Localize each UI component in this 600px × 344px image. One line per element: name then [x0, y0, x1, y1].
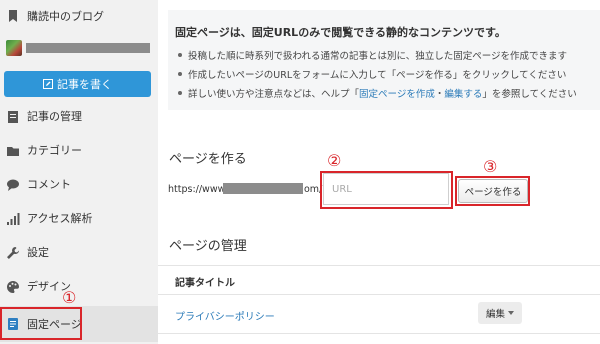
annotation-box-1	[0, 307, 82, 340]
write-article-button[interactable]: 記事を書く	[4, 71, 151, 97]
sidebar-item-comments[interactable]: コメント	[0, 168, 158, 202]
document-icon	[8, 111, 18, 123]
sidebar-item-label: 記事の管理	[27, 110, 82, 123]
url-prefix: https://www.	[168, 184, 228, 195]
chevron-down-icon	[508, 311, 514, 315]
sidebar-item-label: カテゴリー	[27, 144, 82, 157]
sidebar-item-reading[interactable]: 購読中のブログ	[0, 0, 158, 34]
info-title: 固定ページは、固定URLのみで閲覧できる静的なコンテンツです。	[175, 26, 506, 39]
annotation-box-2	[320, 171, 453, 209]
sidebar-item-articles[interactable]: 記事の管理	[0, 100, 158, 134]
help-link-edit[interactable]: 編集する	[444, 89, 482, 100]
sidebar-item-design[interactable]: デザイン	[0, 270, 158, 304]
info-box: 固定ページは、固定URLのみで閲覧できる静的なコンテンツです。 投稿した順に時系…	[168, 10, 600, 110]
wrench-icon	[7, 247, 19, 259]
chart-icon	[7, 213, 20, 225]
help-link-create[interactable]: 固定ページを作成	[359, 89, 435, 100]
sidebar: 購読中のブログ 記事を書く 記事の管理 カテゴリー コメント アクセス解析 設定…	[0, 0, 158, 344]
username-redacted	[26, 43, 150, 53]
sidebar-item-analytics[interactable]: アクセス解析	[0, 202, 158, 236]
info-text: 」を参照してください	[482, 89, 577, 100]
table-header: 記事タイトル	[158, 265, 600, 295]
annotation-box-3	[455, 176, 530, 206]
annotation-1: ①	[62, 288, 77, 307]
row-divider	[158, 333, 600, 334]
info-line: 詳しい使い方や注意点などは、ヘルプ「固定ページを作成・編集する」を参照してくださ…	[178, 86, 577, 100]
avatar[interactable]	[6, 40, 22, 56]
annotation-3: ③	[483, 157, 498, 176]
sidebar-item-label: コメント	[27, 178, 71, 191]
folder-icon	[7, 147, 19, 156]
edit-icon	[43, 79, 53, 89]
info-line: 投稿した順に時系列で扱われる通常の記事とは別に、独立した固定ページを作成できます	[177, 48, 567, 62]
url-domain-redacted	[223, 183, 303, 194]
comment-icon	[7, 179, 19, 191]
manage-pages-heading: ページの管理	[169, 239, 247, 254]
annotation-2: ②	[327, 151, 342, 170]
edit-label: 編集	[485, 309, 505, 320]
sidebar-item-label: アクセス解析	[27, 212, 93, 225]
sidebar-item-label: 購読中のブログ	[27, 10, 104, 23]
edit-button[interactable]: 編集	[478, 302, 522, 324]
sidebar-item-settings[interactable]: 設定	[0, 236, 158, 270]
sidebar-item-categories[interactable]: カテゴリー	[0, 134, 158, 168]
page-title-link[interactable]: プライバシーポリシー	[175, 308, 275, 323]
column-title: 記事タイトル	[175, 278, 235, 289]
info-text: ・	[434, 89, 445, 100]
palette-icon	[7, 281, 19, 293]
create-page-heading: ページを作る	[169, 152, 247, 167]
bookmark-icon	[9, 10, 17, 22]
info-text: 詳しい使い方や注意点などは、ヘルプ「	[188, 89, 360, 100]
write-article-label: 記事を書く	[57, 78, 112, 91]
info-line: 作成したいページのURLをフォームに入力して「ページを作る」をクリックしてくださ…	[177, 67, 566, 81]
sidebar-item-label: 設定	[27, 246, 49, 259]
